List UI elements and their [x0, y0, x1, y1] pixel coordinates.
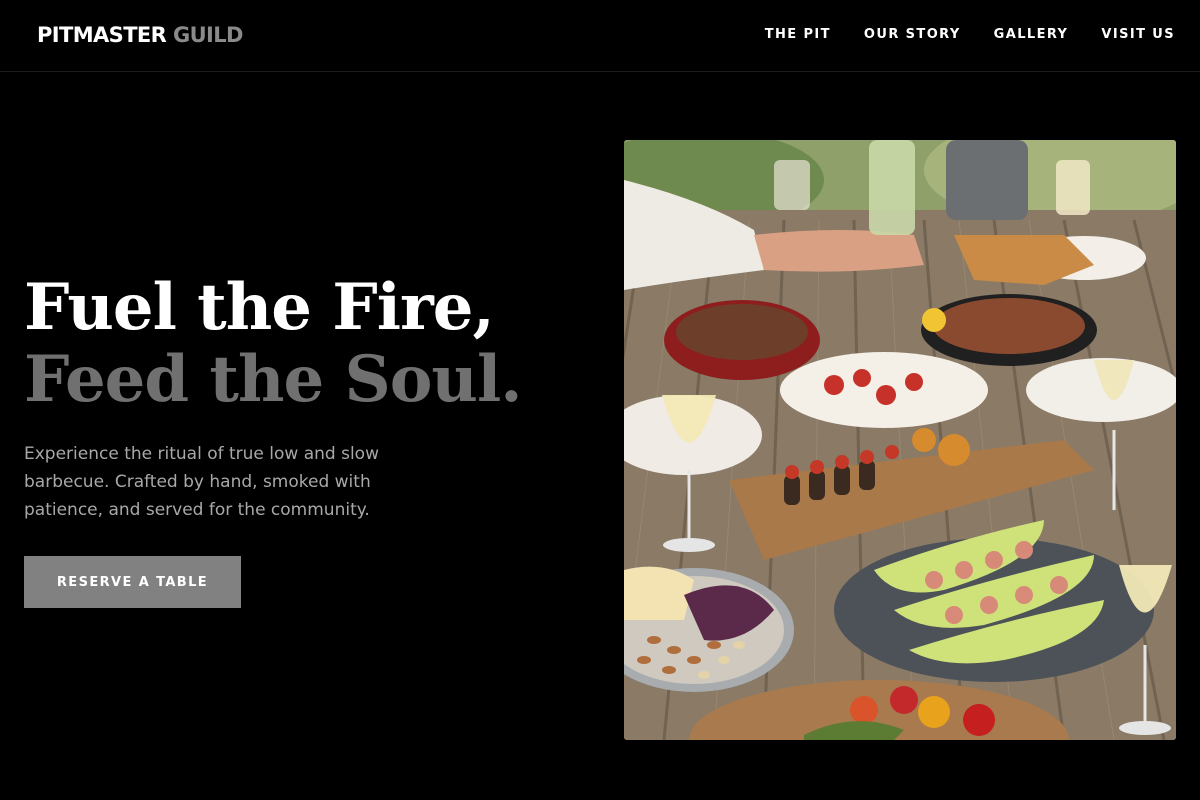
brand-logo[interactable]: PITMASTER GUILD	[37, 22, 243, 48]
site-header: PITMASTER GUILD THE PIT OUR STORY GALLER…	[0, 0, 1200, 72]
brand-primary: PITMASTER	[37, 23, 167, 47]
hero-description: Experience the ritual of true low and sl…	[24, 444, 379, 520]
nav-visit-us[interactable]: VISIT US	[1101, 26, 1175, 44]
nav-gallery[interactable]: GALLERY	[994, 26, 1069, 44]
hero-title-line-1: Fuel the Fire,	[24, 270, 495, 345]
reserve-table-button[interactable]: RESERVE A TABLE	[24, 556, 241, 608]
hero-title: Fuel the Fire, Feed the Soul.	[24, 270, 523, 417]
hero-title-line-2: Feed the Soul.	[24, 342, 523, 417]
main-nav: THE PIT OUR STORY GALLERY VISIT US	[765, 26, 1175, 44]
nav-the-pit[interactable]: THE PIT	[765, 26, 831, 44]
hero-food-photo	[624, 140, 1176, 740]
brand-secondary: GUILD	[172, 23, 244, 47]
nav-our-story[interactable]: OUR STORY	[864, 26, 961, 44]
